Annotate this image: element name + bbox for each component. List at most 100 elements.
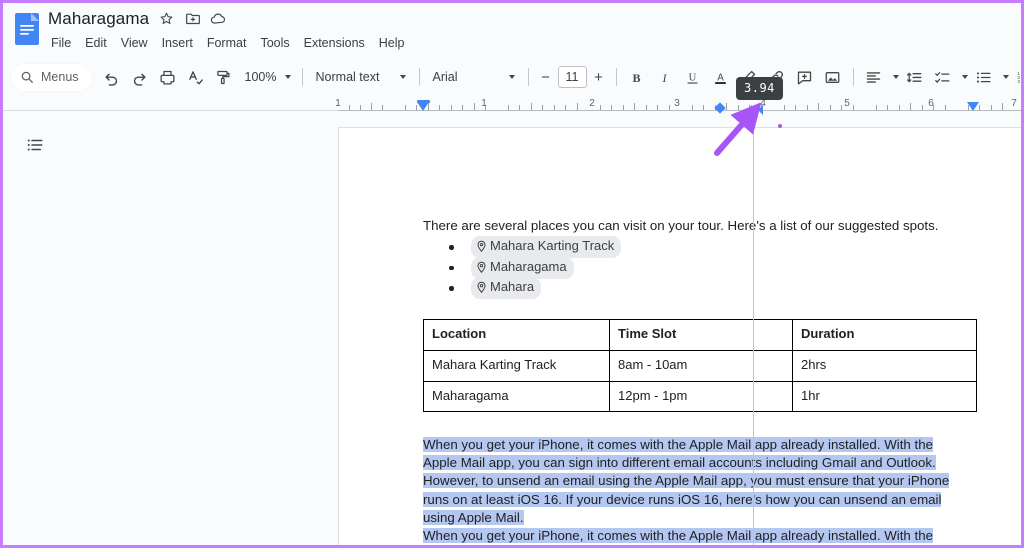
ruler-number-2: 2 xyxy=(589,98,595,109)
ruler-track-margin xyxy=(3,110,338,111)
map-pin-icon xyxy=(477,240,486,253)
font-size-group: − 11 + xyxy=(535,65,610,89)
italic-button[interactable]: I xyxy=(652,64,678,90)
spellcheck-button[interactable] xyxy=(183,64,209,90)
add-comment-button[interactable] xyxy=(792,64,818,90)
star-icon[interactable] xyxy=(158,10,175,27)
ruler-track xyxy=(338,110,1021,111)
tab-stop-right[interactable] xyxy=(758,105,763,115)
ruler[interactable]: 1 1 2 3 4 5 6 7 xyxy=(3,97,1021,115)
menus-search-label: Menus xyxy=(41,70,79,84)
menu-help[interactable]: Help xyxy=(372,34,412,52)
paragraph-style-value: Normal text xyxy=(315,70,380,84)
ruler-number-5: 5 xyxy=(844,98,850,109)
place-label: Maharagama xyxy=(490,258,567,274)
svg-text:I: I xyxy=(662,70,668,84)
font-size-decrease-button[interactable]: − xyxy=(535,65,557,89)
list-item: Mahara Karting Track xyxy=(445,236,991,258)
svg-text:B: B xyxy=(633,70,641,84)
font-size-input[interactable]: 11 xyxy=(557,66,587,88)
menus-search-button[interactable]: Menus xyxy=(11,63,92,91)
font-family-value: Arial xyxy=(432,70,458,84)
toolbar-divider-2 xyxy=(418,68,420,86)
document-outline-toggle[interactable] xyxy=(23,133,47,157)
selected-text-block[interactable]: When you get your iPhone, it comes with … xyxy=(423,436,960,545)
table-cell[interactable]: 8am - 10am xyxy=(609,349,793,382)
paragraph-style-selector[interactable]: Normal text xyxy=(309,64,413,90)
menu-insert[interactable]: Insert xyxy=(155,34,200,52)
tour-table[interactable]: Location Time Slot Duration Mahara Karti… xyxy=(423,319,977,413)
menu-bar: File Edit View Insert Format Tools Exten… xyxy=(44,32,412,54)
chevron-down-icon xyxy=(961,75,968,79)
tab-stop-diamond[interactable] xyxy=(714,102,726,114)
tab-stop-left[interactable] xyxy=(747,105,752,115)
selection-highlight: When you get your iPhone, it comes with … xyxy=(423,437,950,525)
menu-format[interactable]: Format xyxy=(200,34,254,52)
table-cell[interactable]: 1hr xyxy=(792,380,977,413)
text-color-button[interactable]: A xyxy=(708,64,734,90)
numbered-list-selector[interactable]: 1 2 3 xyxy=(1011,64,1021,90)
undo-button[interactable] xyxy=(99,64,125,90)
bulleted-list-selector[interactable] xyxy=(970,64,1011,90)
right-indent-marker[interactable] xyxy=(967,102,979,111)
checklist-icon xyxy=(930,64,956,90)
menu-extensions[interactable]: Extensions xyxy=(297,34,372,52)
ruler-number-3: 3 xyxy=(674,98,680,109)
table-cell[interactable]: Maharagama xyxy=(423,380,610,413)
list-item: Mahara xyxy=(445,277,991,299)
paint-format-button[interactable] xyxy=(211,64,237,90)
table-header-row: Location Time Slot Duration xyxy=(423,319,977,351)
ruler-number-0: 1 xyxy=(335,98,341,109)
chevron-down-icon xyxy=(508,75,515,79)
svg-text:U: U xyxy=(689,72,697,83)
move-to-folder-icon[interactable] xyxy=(184,10,201,27)
document-title[interactable]: Maharagama xyxy=(48,9,149,29)
font-size-increase-button[interactable]: + xyxy=(588,65,610,89)
align-icon xyxy=(861,64,887,90)
menu-tools[interactable]: Tools xyxy=(253,34,296,52)
place-chip[interactable]: Maharagama xyxy=(471,256,574,279)
google-docs-window: Maharagama File Edit View Insert Format … xyxy=(0,0,1024,548)
svg-text:A: A xyxy=(717,72,724,83)
menu-file[interactable]: File xyxy=(44,34,78,52)
page-content: There are several places you can visit o… xyxy=(339,128,1021,545)
toolbar-divider-5 xyxy=(852,68,854,86)
align-selector[interactable] xyxy=(860,64,901,90)
chevron-down-icon xyxy=(399,75,406,79)
intro-paragraph: There are several places you can visit o… xyxy=(423,218,939,233)
body-paragraph-1: When you get your iPhone, it comes with … xyxy=(423,436,960,526)
menu-edit[interactable]: Edit xyxy=(78,34,114,52)
place-chip[interactable]: Mahara Karting Track xyxy=(471,236,622,258)
toolbar: Menus 100% Normal text Arial − 11 + B I … xyxy=(3,59,1021,95)
cloud-saved-icon[interactable] xyxy=(210,10,227,27)
underline-button[interactable]: U xyxy=(680,64,706,90)
insert-image-button[interactable] xyxy=(820,64,846,90)
table-cell[interactable]: 2hrs xyxy=(792,349,977,382)
toolbar-divider-4 xyxy=(615,68,617,86)
numbered-list-icon: 1 2 3 xyxy=(1012,64,1021,90)
checklist-selector[interactable] xyxy=(929,64,970,90)
redo-button[interactable] xyxy=(127,64,153,90)
place-chip[interactable]: Mahara xyxy=(471,277,542,299)
bold-button[interactable]: B xyxy=(624,64,650,90)
line-spacing-button[interactable] xyxy=(902,64,928,90)
first-line-indent-marker[interactable] xyxy=(417,100,430,103)
menu-view[interactable]: View xyxy=(114,34,155,52)
svg-text:3: 3 xyxy=(1017,79,1020,84)
chevron-down-icon xyxy=(284,75,291,79)
google-docs-logo-icon[interactable] xyxy=(12,11,42,47)
list-item: Maharagama xyxy=(445,256,991,279)
table-cell[interactable]: 12pm - 1pm xyxy=(609,380,793,413)
table-cell[interactable]: Mahara Karting Track xyxy=(423,349,610,382)
zoom-selector[interactable]: 100% xyxy=(238,66,296,88)
print-button[interactable] xyxy=(155,64,181,90)
chevron-down-icon xyxy=(1002,75,1009,79)
document-page[interactable]: There are several places you can visit o… xyxy=(338,127,1021,545)
place-label: Mahara xyxy=(490,279,535,295)
app-header: Maharagama File Edit View Insert Format … xyxy=(3,3,1021,55)
table-header-cell: Location xyxy=(423,319,610,351)
left-indent-marker[interactable] xyxy=(417,102,429,111)
title-row: Maharagama xyxy=(48,6,412,31)
font-family-selector[interactable]: Arial xyxy=(426,64,522,90)
toolbar-divider-3 xyxy=(527,68,529,86)
